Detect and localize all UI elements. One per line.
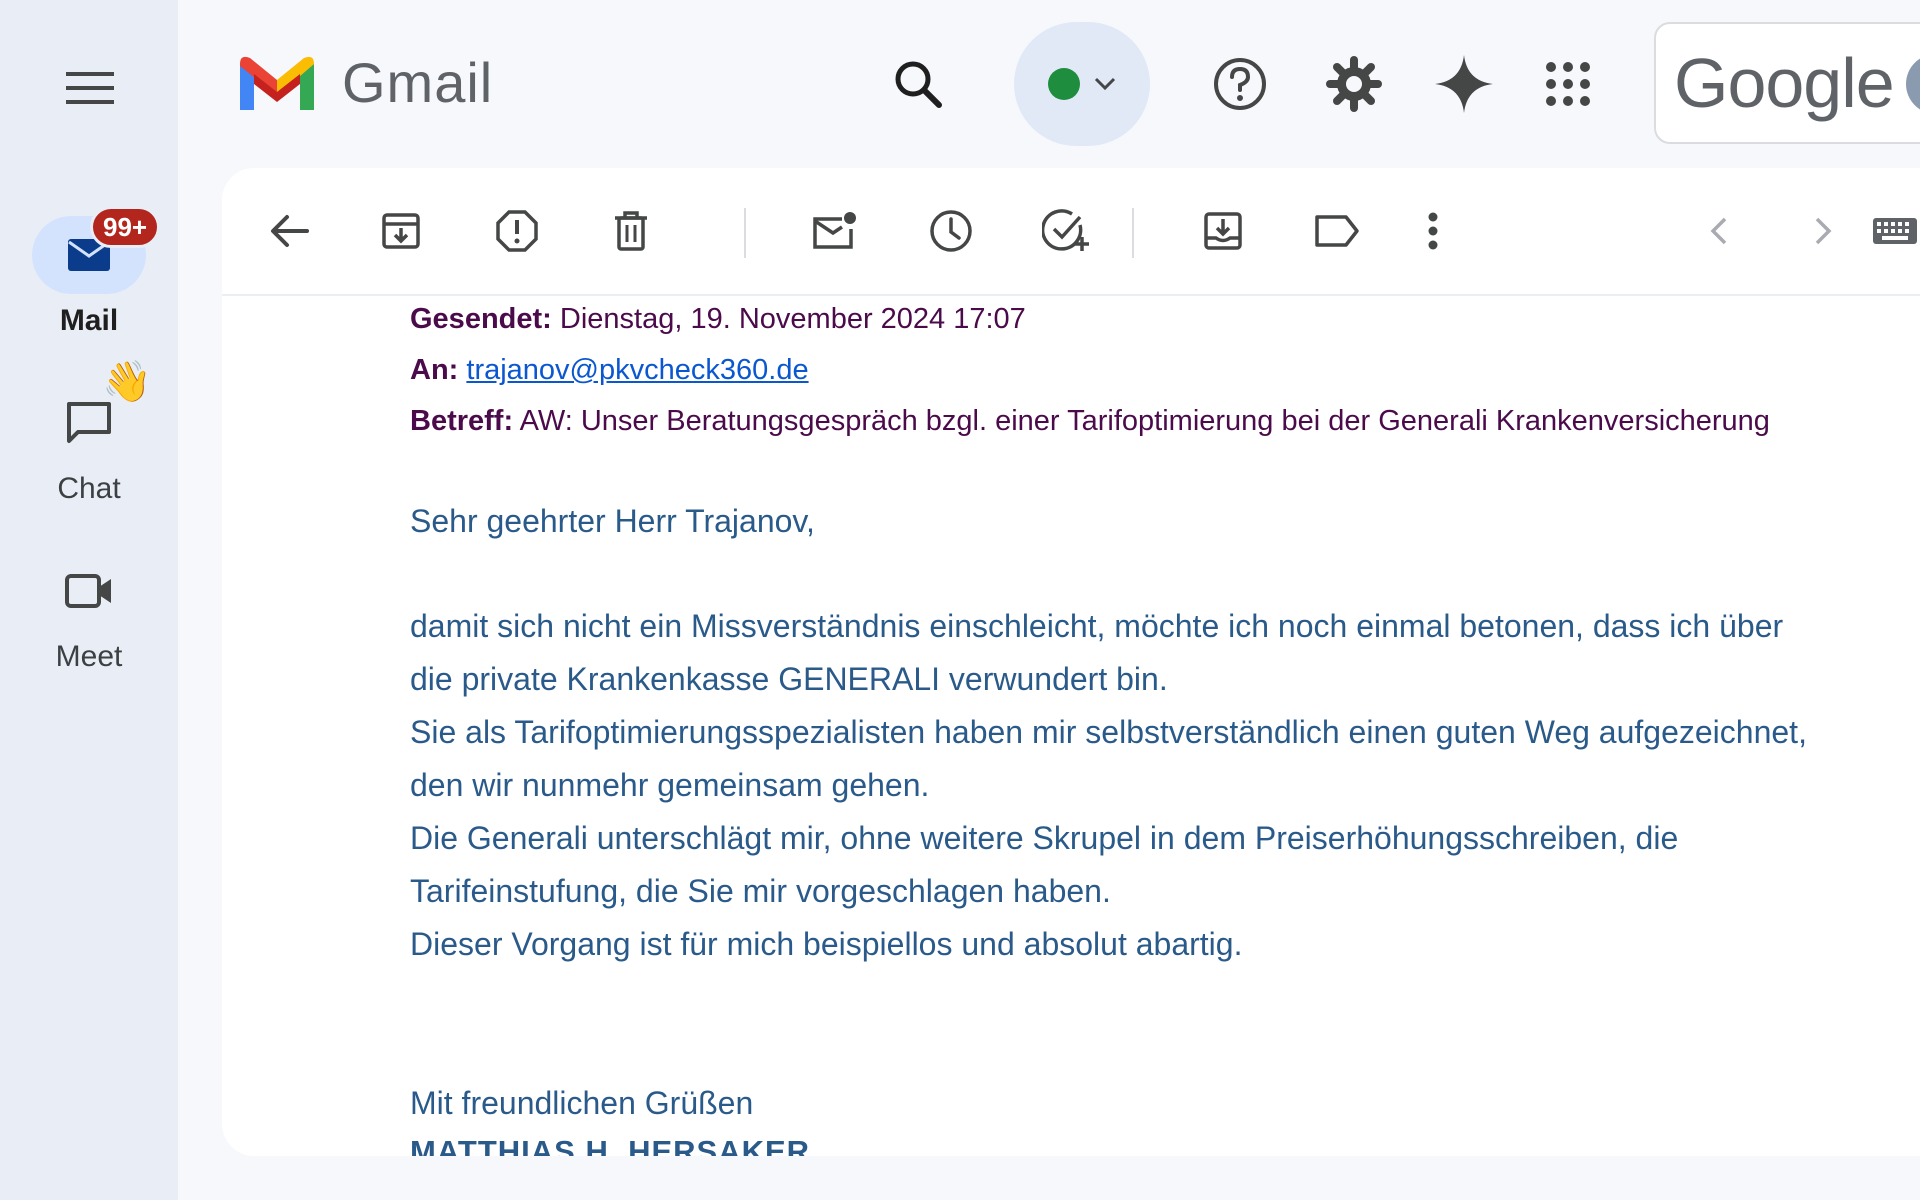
chevron-left-icon [1710,217,1727,245]
toolbar-divider [1132,208,1134,258]
apps-grid-icon [1546,62,1590,106]
delete-button[interactable] [598,198,664,264]
body-line: den wir nunmehr gemeinsam gehen. [410,767,930,803]
gmail-wordmark: Gmail [342,51,494,114]
avatar[interactable] [1906,54,1920,114]
google-wordmark: Google [1674,44,1895,122]
unread-count-badge: 99+ [90,206,161,248]
to-line: An: trajanov@pkvcheck360.de [410,345,1920,396]
trash-icon [615,211,647,251]
report-spam-icon [496,210,538,252]
move-to-inbox-icon [1204,212,1242,250]
search-button[interactable] [878,44,958,124]
to-label: An: [410,354,459,386]
more-vert-icon [1428,212,1438,250]
signature-name: MATTHIAS H. HERSAKER [410,1134,811,1156]
subject-label: Betreff: [410,405,514,437]
move-to-button[interactable] [1190,198,1256,264]
gmail-m-icon [240,56,314,110]
rail-item-mail[interactable]: 99+ Mail [0,206,178,338]
newer-email-button[interactable] [1686,198,1752,264]
label-icon [1315,215,1359,247]
keyboard-icon [1873,218,1917,244]
email-view: Gesendet: Dienstag, 19. November 2024 17… [222,168,1920,1156]
subject-value: AW: Unser Beratungsgespräch bzgl. einer … [519,405,1770,437]
rail-label-mail: Mail [59,304,119,337]
arrow-back-icon [271,215,309,247]
older-email-button[interactable] [1790,198,1856,264]
chevron-down-icon [1094,77,1116,91]
sent-line: Gesendet: Dienstag, 19. November 2024 17… [410,294,1920,345]
sent-value: Dienstag, 19. November 2024 17:07 [559,303,1026,335]
wave-emoji-icon: 👋 [102,360,152,404]
mark-unread-icon [813,212,856,249]
chat-icon [67,402,111,443]
navigation-rail: 99+ Mail 👋 Chat Meet [0,0,178,1200]
rail-item-meet[interactable]: Meet [0,552,178,674]
body-line: damit sich nicht ein Missverständnis ein… [410,608,1784,644]
add-task-icon [1042,209,1089,251]
input-tools-button[interactable] [1862,198,1920,264]
chevron-right-icon [1815,217,1832,245]
rail-pill-mail[interactable]: 99+ [32,206,161,294]
status-selector[interactable] [1014,22,1150,146]
more-options-button[interactable] [1400,198,1466,264]
rail-pill-meet[interactable] [32,552,146,630]
body-line: Sie als Tarifoptimierungsspezialisten ha… [410,714,1807,750]
gear-icon [1326,56,1382,112]
email-toolbar [222,168,1920,296]
body-line: Dieser Vorgang ist für mich beispiellos … [410,926,1243,962]
labels-button[interactable] [1304,198,1370,264]
rail-pill-chat[interactable]: 👋 [32,360,152,462]
body-line: die private Krankenkasse GENERALI verwun… [410,661,1168,697]
gemini-button[interactable] [1424,44,1504,124]
archive-button[interactable] [368,198,434,264]
rail-label-chat: Chat [57,472,121,505]
help-button[interactable] [1200,44,1280,124]
greeting: Sehr geehrter Herr Trajanov, [410,503,815,539]
gmail-logo[interactable]: Gmail [236,50,493,115]
email-body: Gesendet: Dienstag, 19. November 2024 17… [410,294,1920,1156]
search-icon [895,61,942,108]
hamburger-menu-icon [66,72,114,104]
rail-item-chat[interactable]: 👋 Chat [0,360,178,506]
body-line: Tarifeinstufung, die Sie mir vorgeschlag… [410,873,1111,909]
archive-icon [382,213,420,249]
rail-label-meet: Meet [55,640,123,673]
body-line: Die Generali unterschlägt mir, ohne weit… [410,820,1679,856]
recipient-email-link[interactable]: trajanov@pkvcheck360.de [466,354,808,386]
clock-icon [930,210,972,252]
active-status-dot [1048,68,1080,100]
snooze-button[interactable] [918,198,984,264]
google-apps-button[interactable] [1528,44,1608,124]
toolbar-divider [744,208,746,258]
video-icon [65,574,111,608]
sent-label: Gesendet: [410,303,552,335]
help-icon [1214,58,1266,110]
add-to-tasks-button[interactable] [1034,198,1100,264]
back-button[interactable] [256,198,322,264]
mark-unread-button[interactable] [802,198,868,264]
account-switcher[interactable]: Google [1654,22,1920,144]
subject-line: Betreff: AW: Unser Beratungsgespräch bzg… [410,396,1920,447]
gemini-sparkle-icon [1435,55,1493,113]
main-menu-button[interactable] [56,54,124,122]
settings-button[interactable] [1314,44,1394,124]
closing: Mit freundlichen Grüßen [410,1085,754,1121]
report-spam-button[interactable] [484,198,550,264]
